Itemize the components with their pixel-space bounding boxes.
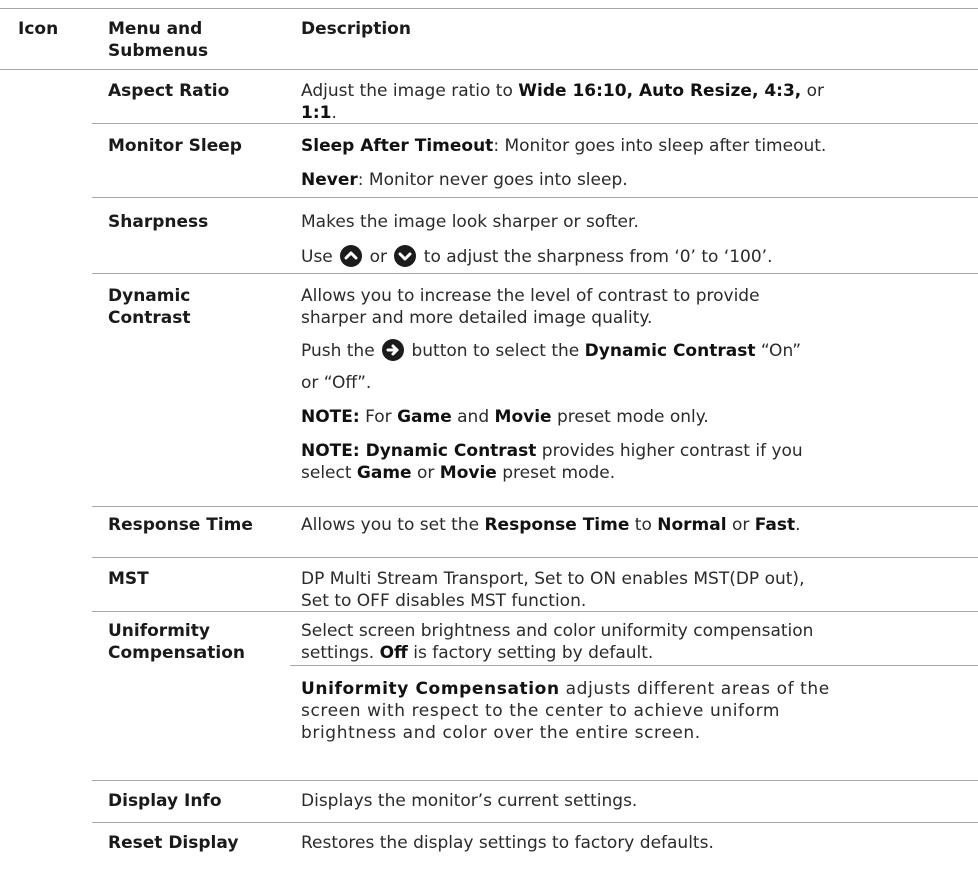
rule-top — [0, 8, 978, 9]
text: : Monitor goes into sleep after timeout. — [493, 136, 827, 156]
desc-aspect-ratio: Adjust the image ratio to Wide 16:10, Au… — [301, 80, 961, 124]
text: button to select the — [406, 341, 585, 361]
text: or “Off”. — [301, 373, 372, 393]
header-menu: Menu and Submenus — [108, 18, 208, 62]
text: DP Multi Stream Transport, Set to ON ena… — [301, 569, 805, 589]
text: or — [411, 463, 440, 483]
menu-reset-display: Reset Display — [108, 833, 239, 853]
menu-dynamic-contrast: Dynamic Contrast — [108, 285, 191, 329]
text: select — [301, 463, 357, 483]
text-bold: Fast — [754, 515, 796, 535]
desc-reset-display: Restores the display settings to factory… — [301, 833, 714, 853]
text-bold: 1:1 — [301, 103, 332, 123]
text: Push the — [301, 341, 381, 361]
text-bold: Off — [379, 643, 408, 663]
menu-sharpness: Sharpness — [108, 212, 209, 232]
text-bold: Response Time — [484, 515, 630, 535]
down-circle-icon — [394, 245, 417, 267]
text: or — [364, 247, 393, 267]
text: Set to OFF disables MST function. — [301, 591, 587, 611]
desc-dynamic-contrast: Allows you to increase the level of cont… — [301, 285, 966, 484]
rule-header — [0, 69, 978, 70]
text-bold: Game — [397, 407, 452, 427]
header-icon: Icon — [18, 19, 59, 39]
text: to — [629, 515, 658, 535]
menu-response-time: Response Time — [108, 515, 253, 535]
text: is factory setting by default. — [407, 643, 654, 663]
desc-uniformity-compensation: Select screen brightness and color unifo… — [301, 620, 966, 664]
text: Contrast — [108, 308, 191, 328]
desc-uniformity-detail: Uniformity Compensation adjusts differen… — [301, 678, 966, 744]
text: preset mode only. — [551, 407, 709, 427]
text: . — [331, 103, 337, 123]
rule — [92, 197, 978, 198]
text: or — [801, 81, 825, 101]
header-menu-line2: Submenus — [108, 41, 209, 61]
text: For — [359, 407, 398, 427]
rule — [92, 822, 978, 823]
text: preset mode. — [496, 463, 616, 483]
text: and — [451, 407, 495, 427]
text: settings. — [301, 643, 380, 663]
text-bold: Normal — [657, 515, 727, 535]
text: screen with respect to the center to ach… — [301, 701, 781, 721]
text: Allows you to increase the level of cont… — [301, 286, 760, 306]
rule — [92, 506, 978, 507]
text-bold: Uniformity Compensation — [301, 679, 560, 699]
text: Allows you to set the — [301, 515, 485, 535]
menu-aspect-ratio: Aspect Ratio — [108, 81, 230, 101]
text: . — [795, 515, 801, 535]
note-label: NOTE: — [301, 441, 360, 461]
text-bold: Dynamic Contrast — [359, 441, 537, 461]
text: Use — [301, 247, 339, 267]
rule — [92, 780, 978, 781]
text: “On” — [755, 341, 802, 361]
text: Dynamic — [108, 286, 191, 306]
text: Compensation — [108, 643, 245, 663]
desc-response-time: Allows you to set the Response Time to N… — [301, 514, 966, 536]
desc-monitor-sleep: Sleep After Timeout: Monitor goes into s… — [301, 135, 961, 191]
text-bold: Wide 16:10, Auto Resize, 4:3, — [518, 81, 802, 101]
text: Select screen brightness and color unifo… — [301, 621, 814, 641]
text: : Monitor never goes into sleep. — [357, 170, 628, 190]
rule — [92, 557, 978, 558]
text-bold: Dynamic Contrast — [584, 341, 756, 361]
header-description: Description — [301, 19, 411, 39]
text: adjusts different areas of the — [559, 679, 830, 699]
menu-mst: MST — [108, 569, 149, 589]
text-bold: Movie — [439, 463, 497, 483]
desc-mst: DP Multi Stream Transport, Set to ON ena… — [301, 568, 966, 612]
text: Uniformity — [108, 621, 210, 641]
text: provides higher contrast if you — [536, 441, 803, 461]
note-label: NOTE: — [301, 407, 360, 427]
text-bold: Game — [356, 463, 412, 483]
right-arrow-circle-icon — [382, 339, 405, 361]
menu-display-info: Display Info — [108, 791, 222, 811]
text-bold: Movie — [494, 407, 552, 427]
text: Makes the image look sharper or softer. — [301, 212, 639, 232]
text-bold: Sleep After Timeout — [301, 136, 494, 156]
text: brightness and color over the entire scr… — [301, 723, 701, 743]
text: sharper and more detailed image quality. — [301, 308, 653, 328]
rule — [290, 665, 978, 666]
text: to adjust the sharpness from ‘0’ to ‘100… — [418, 247, 773, 267]
menu-monitor-sleep: Monitor Sleep — [108, 136, 242, 156]
header-menu-line1: Menu and — [108, 19, 203, 39]
desc-display-info: Displays the monitor’s current settings. — [301, 791, 638, 811]
rule — [92, 273, 978, 274]
text: Adjust the image ratio to — [301, 81, 519, 101]
menu-uniformity-compensation: Uniformity Compensation — [108, 620, 245, 664]
up-circle-icon — [340, 245, 363, 267]
text: or — [726, 515, 755, 535]
desc-sharpness: Makes the image look sharper or softer. … — [301, 211, 961, 268]
text-bold: Never — [301, 170, 358, 190]
